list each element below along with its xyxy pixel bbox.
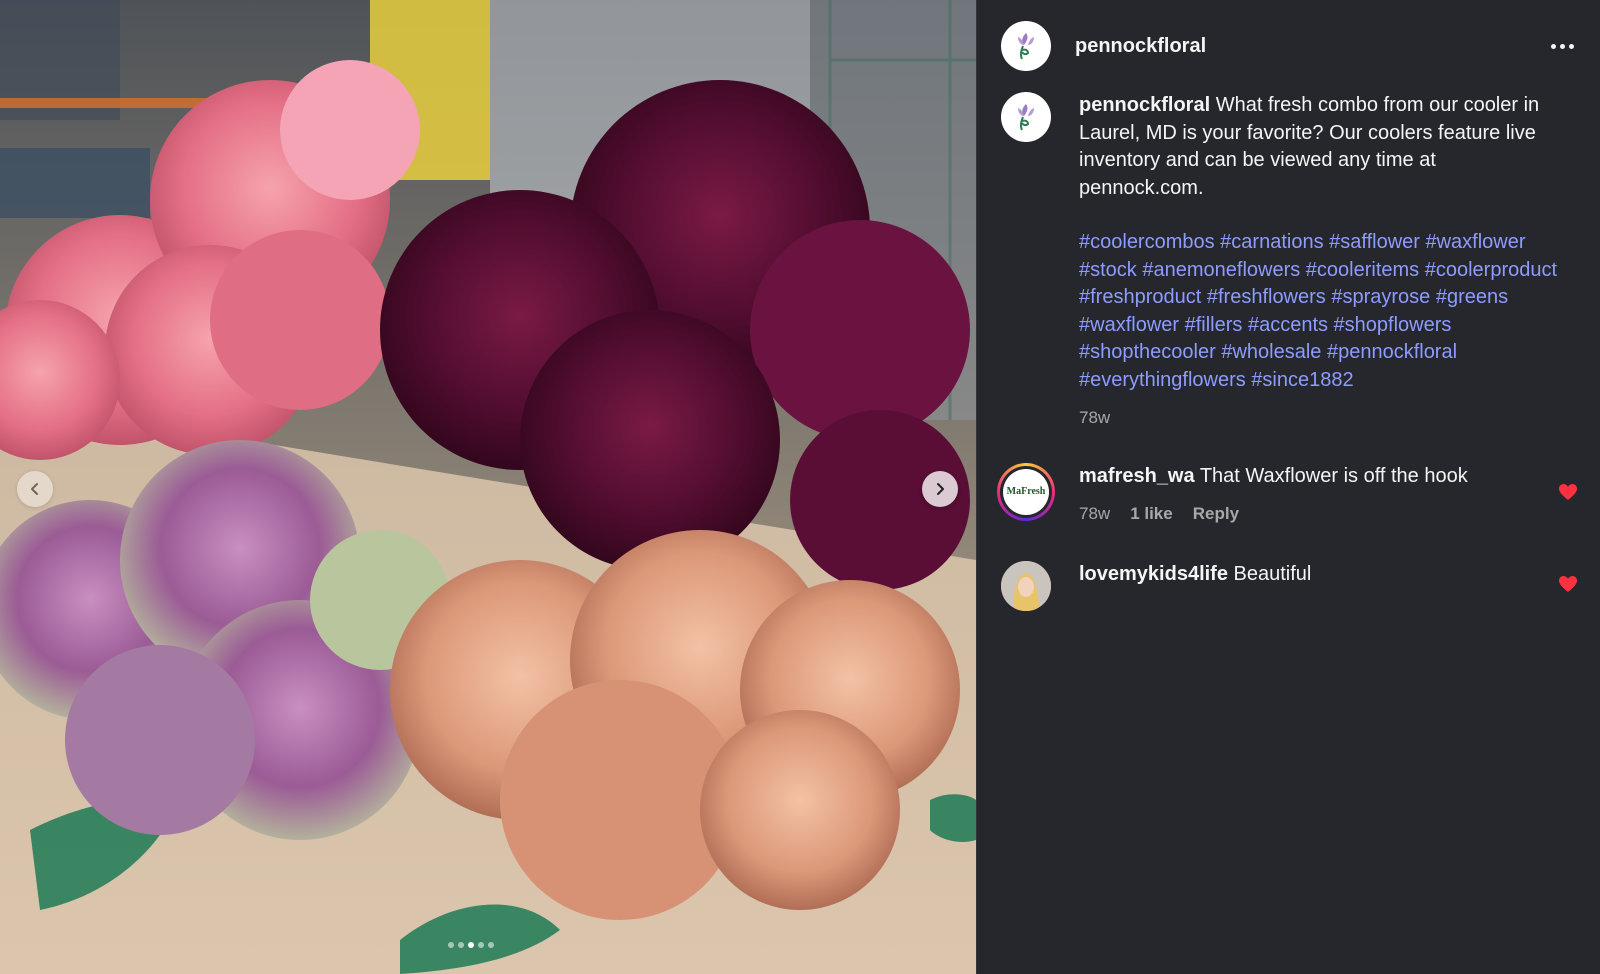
pennock-logo-icon [1018,104,1034,131]
comment-likes[interactable]: 1 like [1130,500,1173,527]
post-details-panel: pennockfloral pennockfloral What fresh c… [976,0,1600,974]
caption-hashtags[interactable]: #coolercombos #carnations #safflower #wa… [1079,229,1559,394]
chevron-right-icon [937,483,944,495]
carousel-dot [478,942,484,948]
comment-content: lovemykids4life Beautiful [1079,561,1311,611]
comment-username[interactable]: mafresh_wa [1079,465,1195,487]
post-header: pennockfloral [977,0,1600,92]
caption-body: pennockfloral What fresh combo from our … [1079,92,1559,432]
caption-avatar[interactable] [1001,92,1051,142]
comment-text: Beautiful [1233,562,1312,585]
post-viewer: pennockfloral pennockfloral What fresh c… [0,0,1600,974]
profile-avatar[interactable] [1001,21,1051,71]
post-caption: pennockfloral What fresh combo from our … [977,92,1600,432]
comment-item: lovemykids4life Beautiful [977,560,1600,611]
carousel-dot [488,942,494,948]
heart-icon[interactable] [1558,483,1578,501]
caption-timestamp: 78w [1079,408,1111,427]
carousel-dot [458,942,464,948]
comment-timestamp: 78w [1079,503,1111,523]
user-photo-avatar [1001,560,1051,611]
comment-meta: 78w 1 like Reply [1079,500,1468,527]
comment-avatar[interactable] [1001,560,1051,611]
comment-avatar-story-ring[interactable]: MaFresh [997,462,1055,521]
chevron-left-icon [31,483,38,495]
post-photo[interactable] [0,0,976,974]
carousel-dots [448,942,494,948]
comment-text: That Waxflower is off the hook [1199,464,1468,487]
reply-button[interactable]: Reply [1193,500,1239,527]
post-author-username[interactable]: pennockfloral [1075,35,1206,58]
previous-photo-button[interactable] [17,471,53,507]
heart-icon[interactable] [1558,575,1578,593]
comment-content: mafresh_wa That Waxflower is off the hoo… [1079,463,1468,527]
carousel-dot [448,942,454,948]
caption-text-block: pennockfloral What fresh combo from our … [1079,92,1559,202]
mafresh-avatar: MaFresh [1003,468,1049,515]
next-photo-button[interactable] [922,471,958,507]
comment-item: MaFresh mafresh_wa That Waxflower is off… [977,462,1600,527]
more-options-icon [1551,43,1556,49]
comment-username[interactable]: lovemykids4life [1079,563,1228,585]
carousel-dot-active [468,942,474,948]
more-options-button[interactable] [1547,38,1578,55]
caption-username[interactable]: pennockfloral [1079,94,1210,116]
pennock-logo-icon [1018,33,1034,60]
carnation-photo [0,0,976,974]
